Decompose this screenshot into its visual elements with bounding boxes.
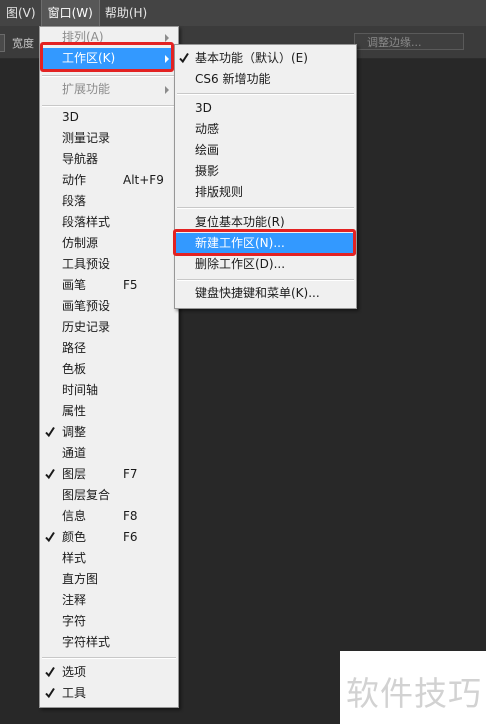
submenu-arrow-icon [165,34,169,42]
menu-item-navigator[interactable]: 导航器 [40,149,178,170]
menu-item-3d[interactable]: 3D [40,107,178,128]
menu-item-paragraph[interactable]: 段落 [40,191,178,212]
menu-separator [42,75,176,77]
checkmark-icon [179,52,189,64]
menu-item-histogram[interactable]: 直方图 [40,569,178,590]
checkmark-icon [45,426,55,438]
width-label: 宽度 [12,37,34,50]
menu-item-info[interactable]: 信息 F8 [40,506,178,527]
menu-bar: 图(V) 窗口(W) 帮助(H) [0,0,486,27]
shortcut-label: Alt+F9 [123,173,164,187]
menu-item-swatches[interactable]: 色板 [40,359,178,380]
shortcut-label: F5 [123,278,138,292]
ws-item-typography[interactable]: 排版规则 [175,182,356,203]
menu-item-brush-presets[interactable]: 画笔预设 [40,296,178,317]
menu-item-layer-comps[interactable]: 图层复合 [40,485,178,506]
submenu-arrow-icon [165,55,169,63]
menu-separator [177,93,354,95]
menu-item-layers[interactable]: 图层 F7 [40,464,178,485]
menu-item-styles[interactable]: 样式 [40,548,178,569]
submenu-arrow-icon [165,86,169,94]
menu-item-adjustments[interactable]: 调整 [40,422,178,443]
menu-item-paragraph-styles[interactable]: 段落样式 [40,212,178,233]
menu-separator [177,207,354,209]
menu-item-channels[interactable]: 通道 [40,443,178,464]
watermark: 软件技巧 [340,651,486,724]
ws-item-reset-essentials[interactable]: 复位基本功能(R) [175,212,356,233]
tool-preset-button[interactable] [0,34,5,52]
menu-separator [42,657,176,659]
menu-item-actions[interactable]: 动作 Alt+F9 [40,170,178,191]
checkmark-icon [45,666,55,678]
ws-item-3d[interactable]: 3D [175,98,356,119]
menu-item-timeline[interactable]: 时间轴 [40,380,178,401]
ws-item-essentials[interactable]: 基本功能（默认）(E) [175,48,356,69]
checkmark-icon [45,531,55,543]
menu-item-history[interactable]: 历史记录 [40,317,178,338]
menu-item-arrange[interactable]: 排列(A) [40,27,178,48]
menu-separator [177,279,354,281]
menu-item-character-styles[interactable]: 字符样式 [40,632,178,653]
menu-item-measurement-log[interactable]: 测量记录 [40,128,178,149]
ws-item-keyboard-shortcuts[interactable]: 键盘快捷键和菜单(K)... [175,283,356,304]
window-menu: 排列(A) 工作区(K) 扩展功能 3D 测量记录 导航器 动作 Alt+F9 段… [39,26,179,708]
ws-item-new-workspace[interactable]: 新建工作区(N)... [175,233,356,254]
menu-item-brush[interactable]: 画笔 F5 [40,275,178,296]
workspace-submenu: 基本功能（默认）(E) CS6 新增功能 3D 动感 绘画 摄影 排版规则 复位… [174,44,357,309]
menu-item-options[interactable]: 选项 [40,662,178,683]
ws-item-delete-workspace[interactable]: 删除工作区(D)... [175,254,356,275]
menu-item-character[interactable]: 字符 [40,611,178,632]
menu-item-notes[interactable]: 注释 [40,590,178,611]
ws-item-motion[interactable]: 动感 [175,119,356,140]
refine-edge-button[interactable]: 调整边缘... [354,33,464,50]
menu-view[interactable]: 图(V) [0,0,42,26]
menu-item-paths[interactable]: 路径 [40,338,178,359]
menu-item-color[interactable]: 颜色 F6 [40,527,178,548]
ws-item-photography[interactable]: 摄影 [175,161,356,182]
menu-window[interactable]: 窗口(W) [40,0,100,27]
watermark-text: 软件技巧 [346,674,482,713]
menu-item-tool-presets[interactable]: 工具预设 [40,254,178,275]
menu-help[interactable]: 帮助(H) [99,0,153,26]
ws-item-painting[interactable]: 绘画 [175,140,356,161]
menu-item-properties[interactable]: 属性 [40,401,178,422]
menu-item-tools[interactable]: 工具 [40,683,178,704]
checkmark-icon [45,687,55,699]
checkmark-icon [45,468,55,480]
ws-item-cs6-new[interactable]: CS6 新增功能 [175,69,356,90]
menu-item-workspace[interactable]: 工作区(K) [40,48,178,69]
shortcut-label: F7 [123,467,138,481]
shortcut-label: F8 [123,509,138,523]
menu-item-clone-source[interactable]: 仿制源 [40,233,178,254]
shortcut-label: F6 [123,530,138,544]
menu-item-extensions[interactable]: 扩展功能 [40,79,178,100]
